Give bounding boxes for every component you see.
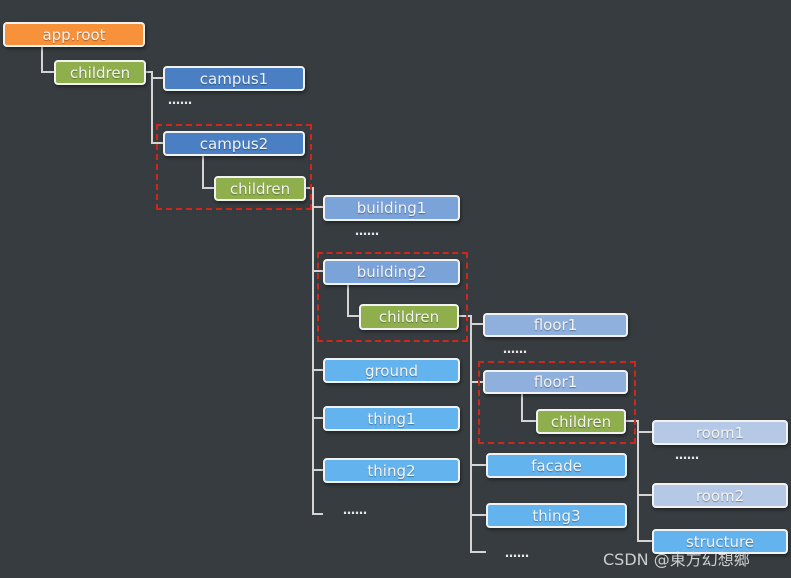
connector <box>306 187 323 515</box>
ellipsis: …… <box>168 93 192 107</box>
ellipsis: …… <box>343 503 367 517</box>
node-room2: room2 <box>652 483 788 508</box>
node-children: children <box>359 304 459 330</box>
node-thing3: thing3 <box>486 503 627 528</box>
node-building1: building1 <box>323 195 460 221</box>
watermark: CSDN @東方幻想郷 <box>603 550 750 569</box>
node-room1: room1 <box>652 420 788 445</box>
node-children: children <box>214 176 306 201</box>
ellipsis: …… <box>675 448 699 462</box>
node-children: children <box>536 409 626 434</box>
ellipsis: …… <box>355 224 379 238</box>
ellipsis: …… <box>503 342 527 356</box>
tree-diagram: app.root children campus1 …… campus2 chi… <box>0 0 791 578</box>
node-facade: facade <box>486 453 627 478</box>
node-campus1: campus1 <box>163 66 305 91</box>
node-floor1: floor1 <box>483 370 628 394</box>
node-thing2: thing2 <box>323 458 460 483</box>
ellipsis: …… <box>505 546 529 560</box>
node-ground: ground <box>323 358 460 383</box>
node-campus2: campus2 <box>163 131 305 156</box>
node-floor1: floor1 <box>483 313 628 337</box>
node-children: children <box>54 60 146 85</box>
node-app-root: app.root <box>3 22 145 47</box>
node-building2: building2 <box>323 259 460 285</box>
connector <box>41 47 54 73</box>
node-thing1: thing1 <box>323 406 460 431</box>
